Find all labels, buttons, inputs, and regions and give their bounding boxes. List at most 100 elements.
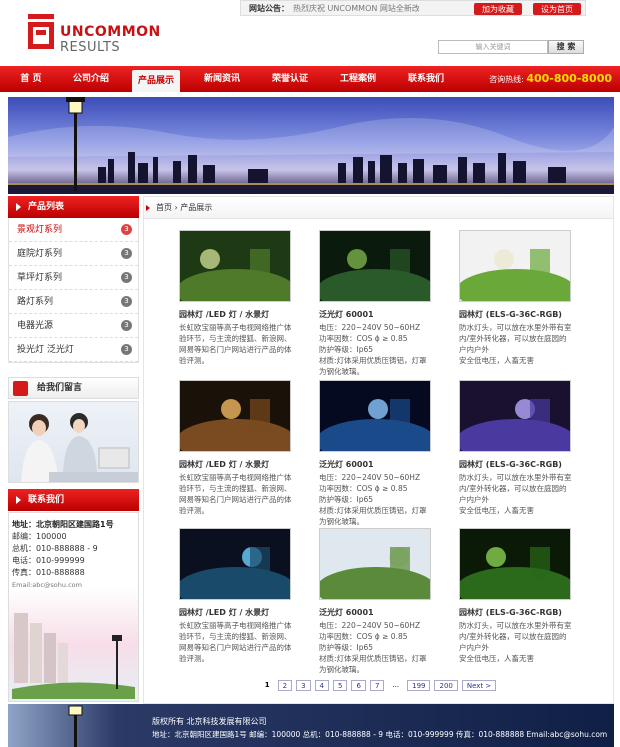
- nav-honors[interactable]: 荣誉认证: [256, 66, 324, 92]
- page-link[interactable]: 4: [314, 680, 330, 691]
- sidebar-title: 产品列表: [28, 202, 65, 212]
- contact-address: 地址：北京朝阳区建国路1号: [12, 520, 114, 529]
- page-link[interactable]: 3: [296, 680, 311, 691]
- product-card[interactable]: 园林灯 (ELS-G-36C-RGB) 防水灯头，可以放在水里外带有室内/室外转化…: [459, 528, 573, 664]
- product-description: 长虹欧宝丽等高子电视网络推广体验环节，与主流的搜狐、新浪网、网易等知名门户网站进…: [179, 621, 292, 663]
- contact-header: 联系我们: [8, 489, 139, 511]
- sidebar-item-street[interactable]: 路灯系列 3: [9, 290, 138, 314]
- product-description: 电压：220~240V 50~60HZ 功率因数：COS ϕ ≥ 0.85 防护…: [319, 621, 427, 674]
- notice-text[interactable]: 热烈庆祝 UNCOMMON 网站全新改版: [293, 3, 419, 14]
- product-card[interactable]: 园林灯 /LED 灯 / 水景灯 长虹欧宝丽等高子电视网络推广体验环节，与主流的搜…: [179, 230, 293, 366]
- breadcrumb: 首页 › 产品展示: [144, 197, 613, 219]
- contact-postcode: 邮编：100000: [12, 532, 67, 541]
- product-card[interactable]: 泛光灯 60001 电压：220~240V 50~60HZ 功率因数：COS ϕ …: [319, 528, 433, 675]
- product-description: 防水灯头，可以放在水里外带有室内/室外转化器，可以放在庭园的户内户外 安全低电压…: [459, 621, 572, 663]
- product-card[interactable]: 园林灯 /LED 灯 / 水景灯长虹欧宝丽等高子电视网络推广体验环节，与主流的搜…: [179, 528, 293, 664]
- product-image[interactable]: [179, 528, 291, 600]
- product-card[interactable]: 泛光灯 60001 电压：220~240V 50~60HZ 功率因数：COS ϕ …: [319, 230, 433, 377]
- contact-fax: 传真：010-888888: [12, 568, 85, 577]
- product-card[interactable]: 泛光灯 60001 电压：220~240V 50~60HZ 功率因数：COS ϕ …: [319, 380, 433, 527]
- breadcrumb-marker-icon: [146, 205, 150, 211]
- notice-bar: 网站公告： 热烈庆祝 UNCOMMON 网站全新改版 加为收藏 设为首页: [240, 0, 586, 16]
- contact-box: 地址：北京朝阳区建国路1号 邮编：100000 总机：010-888888 - …: [8, 512, 139, 702]
- product-image[interactable]: [179, 380, 291, 452]
- arrow-icon: [16, 496, 21, 504]
- logo-line2: RESULTS: [60, 40, 121, 55]
- product-title[interactable]: 泛光灯 60001: [319, 309, 433, 320]
- nav-products[interactable]: 产品展示: [132, 70, 180, 92]
- nav-cases[interactable]: 工程案例: [324, 66, 392, 92]
- page-link[interactable]: 1: [261, 680, 274, 691]
- page-link[interactable]: 5: [333, 680, 348, 691]
- bookmark-button[interactable]: 加为收藏: [474, 3, 522, 15]
- product-card[interactable]: 园林灯 (ELS-G-36C-RGB) 防水灯头，可以放在水里外带有室内/室外转化…: [459, 230, 573, 366]
- sidebar-item-lawn[interactable]: 草坪灯系列 3: [9, 266, 138, 290]
- nav-contact[interactable]: 联系我们: [392, 66, 460, 92]
- customer-service-image: [8, 401, 139, 483]
- page-link[interactable]: 7: [369, 680, 385, 691]
- arrow-icon: [16, 203, 21, 211]
- page-link[interactable]: 200: [434, 680, 458, 691]
- sidebar-item-badge: 3: [121, 224, 132, 235]
- product-title[interactable]: 园林灯 /LED 灯 / 水景灯: [179, 607, 293, 618]
- sidebar-item-label: 电器光源: [17, 321, 54, 331]
- footer-lamp-illustration: [68, 705, 83, 747]
- sidebar-item-badge: 3: [121, 320, 132, 331]
- message-header[interactable]: 给我们留言: [8, 377, 139, 399]
- nav-home[interactable]: 首 页: [0, 66, 62, 92]
- page-link[interactable]: 199: [407, 680, 431, 691]
- product-image[interactable]: [179, 230, 291, 302]
- footer-copyright: 版权所有 北京科技发展有限公司: [152, 717, 267, 726]
- set-homepage-button[interactable]: 设为首页: [533, 3, 581, 15]
- search-button[interactable]: 搜 索: [548, 40, 584, 54]
- product-image[interactable]: [319, 528, 431, 600]
- product-image[interactable]: [459, 230, 571, 302]
- page-ellipsis: ...: [392, 681, 400, 689]
- next-page-button[interactable]: Next >: [461, 680, 497, 691]
- product-card[interactable]: 园林灯 /LED 灯 / 水景灯 长虹欧宝丽等高子电视网络推广体验环节，与主流的搜…: [179, 380, 293, 516]
- sidebar-list: 景观灯系列 3 庭院灯系列 3 草坪灯系列 3 路灯系列 3 电器光源 3 投光灯 泛光灯…: [8, 218, 139, 363]
- breadcrumb-home[interactable]: 首页: [156, 203, 172, 212]
- sidebar-item-badge: 3: [121, 248, 132, 259]
- notice-label: 网站公告：: [249, 3, 289, 13]
- product-description: 电压：220~240V 50~60HZ 功率因数：COS ϕ ≥ 0.85 防护…: [319, 473, 427, 526]
- product-title[interactable]: 园林灯 (ELS-G-36C-RGB): [459, 607, 573, 618]
- product-title[interactable]: 园林灯 (ELS-G-36C-RGB): [459, 309, 573, 320]
- nav-about[interactable]: 公司介绍: [62, 66, 120, 92]
- building-illustration: [12, 613, 135, 699]
- product-image[interactable]: [459, 380, 571, 452]
- logo-line1: UNCOMMON: [60, 24, 161, 40]
- sidebar-item-floodlight[interactable]: 投光灯 泛光灯 3: [9, 338, 138, 362]
- page-link[interactable]: 6: [351, 680, 366, 691]
- product-image[interactable]: [459, 528, 571, 600]
- sidebar-item-electric[interactable]: 电器光源 3: [9, 314, 138, 338]
- hotline-label: 咨询热线:: [489, 75, 524, 84]
- sidebar-item-badge: 3: [121, 344, 132, 355]
- sidebar-item-label: 景观灯系列: [17, 225, 63, 235]
- sidebar-item-badge: 3: [121, 296, 132, 307]
- product-title[interactable]: 园林灯 /LED 灯 / 水景灯: [179, 309, 293, 320]
- search-input[interactable]: 输入关键词: [438, 40, 548, 54]
- sidebar-item-landscape[interactable]: 景观灯系列 3: [9, 218, 138, 242]
- contact-switchboard: 总机：010-888888 - 9: [12, 544, 98, 553]
- contact-email[interactable]: Email:abc@sohu.com: [12, 579, 135, 591]
- message-arrow-icon: [13, 381, 28, 396]
- logo[interactable]: UNCOMMON RESULTS: [26, 12, 160, 56]
- product-title[interactable]: 泛光灯 60001: [319, 459, 433, 470]
- hotline: 咨询热线: 400-800-8000: [489, 66, 612, 92]
- product-title[interactable]: 泛光灯 60001: [319, 607, 433, 618]
- hotline-number: 400-800-8000: [526, 72, 612, 85]
- product-card[interactable]: 园林灯 (ELS-G-36C-RGB) 防水灯头，可以放在水里外带有室内/室外转化…: [459, 380, 573, 516]
- nav-news[interactable]: 新闻资讯: [188, 66, 256, 92]
- contact-phone: 电话：010-999999: [12, 556, 85, 565]
- product-title[interactable]: 园林灯 (ELS-G-36C-RGB): [459, 459, 573, 470]
- sidebar-item-badge: 3: [121, 272, 132, 283]
- product-image[interactable]: [319, 230, 431, 302]
- product-title[interactable]: 园林灯 /LED 灯 / 水景灯: [179, 459, 293, 470]
- sidebar-item-label: 投光灯 泛光灯: [17, 345, 74, 355]
- pagination: 1 2 3 4 5 6 7 ... 199 200 Next >: [143, 680, 614, 691]
- sidebar-item-garden[interactable]: 庭院灯系列 3: [9, 242, 138, 266]
- sidebar-item-label: 路灯系列: [17, 297, 54, 307]
- page-link[interactable]: 2: [277, 680, 293, 691]
- product-image[interactable]: [319, 380, 431, 452]
